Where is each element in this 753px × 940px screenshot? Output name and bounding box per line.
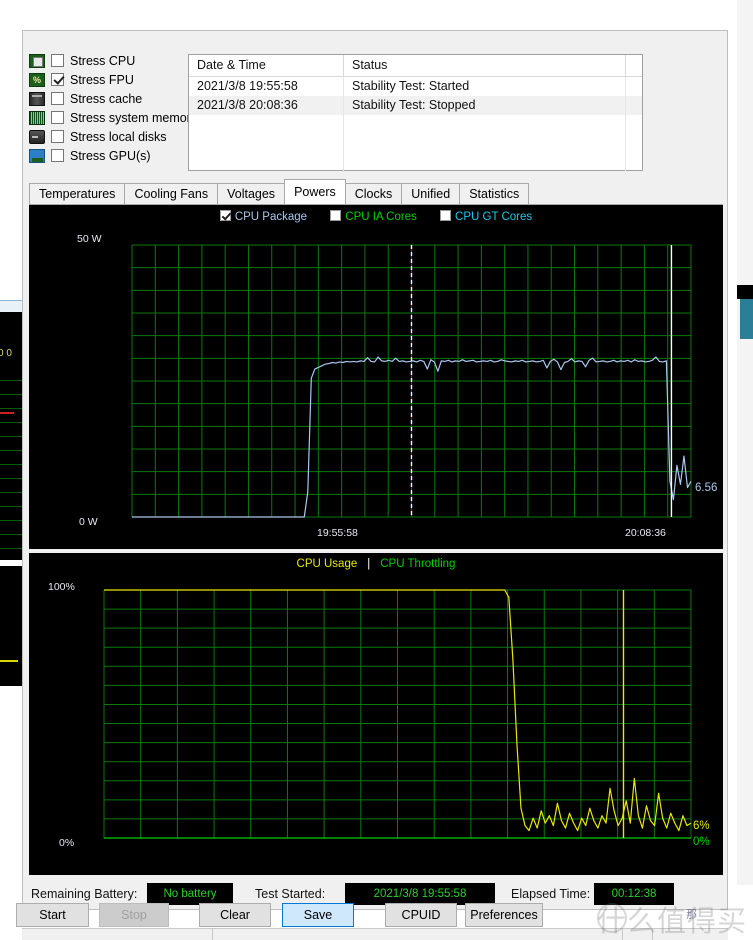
stress-cpu-checkbox[interactable] bbox=[51, 54, 64, 67]
usage-chart: CPU Usage | CPU Throttling 100% 0% 6% 0% bbox=[29, 553, 723, 875]
stability-test-window: Stress CPU % Stress FPU Stress cache Str… bbox=[22, 30, 728, 910]
gpu-icon bbox=[29, 148, 45, 163]
tab-cooling-fans[interactable]: Cooling Fans bbox=[124, 183, 219, 204]
test-started-value: 2021/3/8 19:55:58 bbox=[373, 888, 467, 900]
usage-plot-area bbox=[103, 589, 692, 839]
background-panel-left bbox=[0, 300, 22, 312]
column-header-status[interactable]: Status bbox=[344, 55, 626, 76]
cell-extra bbox=[626, 153, 642, 172]
watermark-logo bbox=[597, 903, 627, 933]
stress-option-memory[interactable]: Stress system memory bbox=[29, 108, 199, 127]
cpu-icon bbox=[29, 53, 45, 68]
cell-status: Stability Test: Started bbox=[344, 77, 626, 96]
power-chart: CPU Package CPU IA Cores CPU GT Cores 50… bbox=[29, 205, 723, 549]
background-white-band bbox=[0, 560, 22, 566]
column-header-extra[interactable] bbox=[626, 55, 642, 76]
background-text-fragment: 0 0 bbox=[0, 348, 12, 359]
cell-extra bbox=[626, 96, 642, 115]
elapsed-time-value: 00:12:38 bbox=[611, 888, 657, 900]
battery-label: Remaining Battery: bbox=[31, 887, 138, 901]
background-red-line bbox=[0, 412, 14, 414]
table-row[interactable]: 2021/3/8 20:08:36 Stability Test: Stoppe… bbox=[189, 96, 642, 115]
tab-unified[interactable]: Unified bbox=[401, 183, 461, 204]
stress-disks-label: Stress local disks bbox=[70, 129, 167, 144]
save-button[interactable]: Save bbox=[282, 903, 354, 927]
stress-memory-label: Stress system memory bbox=[70, 110, 198, 125]
stress-cache-checkbox[interactable] bbox=[51, 92, 64, 105]
tab-statistics[interactable]: Statistics bbox=[459, 183, 530, 204]
stress-gpu-checkbox[interactable] bbox=[51, 149, 64, 162]
event-log-table[interactable]: Date & Time Status 2021/3/8 19:55:58 Sta… bbox=[188, 54, 643, 172]
screenshot-root: 0 0 Stress CPU % Stress FPU Stress cache bbox=[0, 0, 753, 940]
test-started-label: Test Started: bbox=[255, 887, 326, 901]
cell-datetime bbox=[189, 134, 344, 153]
stress-fpu-checkbox[interactable] bbox=[51, 73, 64, 86]
background-grid-left bbox=[0, 380, 22, 560]
cache-icon bbox=[29, 91, 45, 106]
tab-temperatures[interactable]: Temperatures bbox=[29, 183, 126, 204]
stress-disks-checkbox[interactable] bbox=[51, 130, 64, 143]
stress-memory-checkbox[interactable] bbox=[51, 111, 64, 124]
tab-powers[interactable]: Powers bbox=[284, 179, 346, 204]
stress-option-fpu[interactable]: % Stress FPU bbox=[29, 70, 199, 89]
table-header-row: Date & Time Status bbox=[189, 55, 642, 77]
cell-extra bbox=[626, 77, 642, 96]
fpu-icon: % bbox=[29, 72, 45, 87]
watermark-small-text: 那 bbox=[686, 908, 697, 921]
cell-datetime: 2021/3/8 20:08:36 bbox=[189, 96, 344, 115]
cell-status bbox=[344, 153, 626, 172]
table-row[interactable] bbox=[189, 153, 642, 172]
stress-option-cache[interactable]: Stress cache bbox=[29, 89, 199, 108]
background-scrollbar-thumb-right[interactable] bbox=[740, 299, 753, 339]
table-row[interactable] bbox=[189, 115, 642, 134]
stress-fpu-label: Stress FPU bbox=[70, 72, 134, 87]
stress-options-panel: Stress CPU % Stress FPU Stress cache Str… bbox=[29, 51, 199, 165]
stop-button[interactable]: Stop bbox=[99, 903, 169, 927]
background-right-dark bbox=[737, 285, 753, 299]
cell-extra bbox=[626, 115, 642, 134]
clear-button[interactable]: Clear bbox=[199, 903, 271, 927]
tab-clocks[interactable]: Clocks bbox=[344, 183, 403, 204]
tab-voltages[interactable]: Voltages bbox=[217, 183, 286, 204]
preferences-button[interactable]: Preferences bbox=[465, 903, 543, 927]
background-window-right bbox=[737, 0, 753, 940]
stress-option-disks[interactable]: Stress local disks bbox=[29, 127, 199, 146]
table-row[interactable] bbox=[189, 134, 642, 153]
cell-datetime bbox=[189, 115, 344, 134]
cell-status bbox=[344, 134, 626, 153]
stress-option-gpu[interactable]: Stress GPU(s) bbox=[29, 146, 199, 165]
stress-option-cpu[interactable]: Stress CPU bbox=[29, 51, 199, 70]
cpuid-button[interactable]: CPUID bbox=[385, 903, 457, 927]
stress-gpu-label: Stress GPU(s) bbox=[70, 148, 151, 163]
disk-icon bbox=[29, 129, 45, 144]
column-header-datetime[interactable]: Date & Time bbox=[189, 55, 344, 76]
memory-icon bbox=[29, 110, 45, 125]
elapsed-time-label: Elapsed Time: bbox=[511, 887, 591, 901]
cell-status bbox=[344, 115, 626, 134]
cell-datetime bbox=[189, 153, 344, 172]
stress-cpu-label: Stress CPU bbox=[70, 53, 136, 68]
stress-cache-label: Stress cache bbox=[70, 91, 143, 106]
background-yellow-line bbox=[0, 660, 18, 662]
cell-status: Stability Test: Stopped bbox=[344, 96, 626, 115]
window-bottom-edge bbox=[22, 928, 728, 940]
table-row[interactable]: 2021/3/8 19:55:58 Stability Test: Starte… bbox=[189, 77, 642, 96]
power-plot-area bbox=[131, 244, 692, 518]
chart-tabs: Temperatures Cooling Fans Voltages Power… bbox=[29, 179, 723, 205]
battery-value: No battery bbox=[163, 888, 217, 900]
cell-extra bbox=[626, 134, 642, 153]
start-button[interactable]: Start bbox=[16, 903, 89, 927]
cell-datetime: 2021/3/8 19:55:58 bbox=[189, 77, 344, 96]
